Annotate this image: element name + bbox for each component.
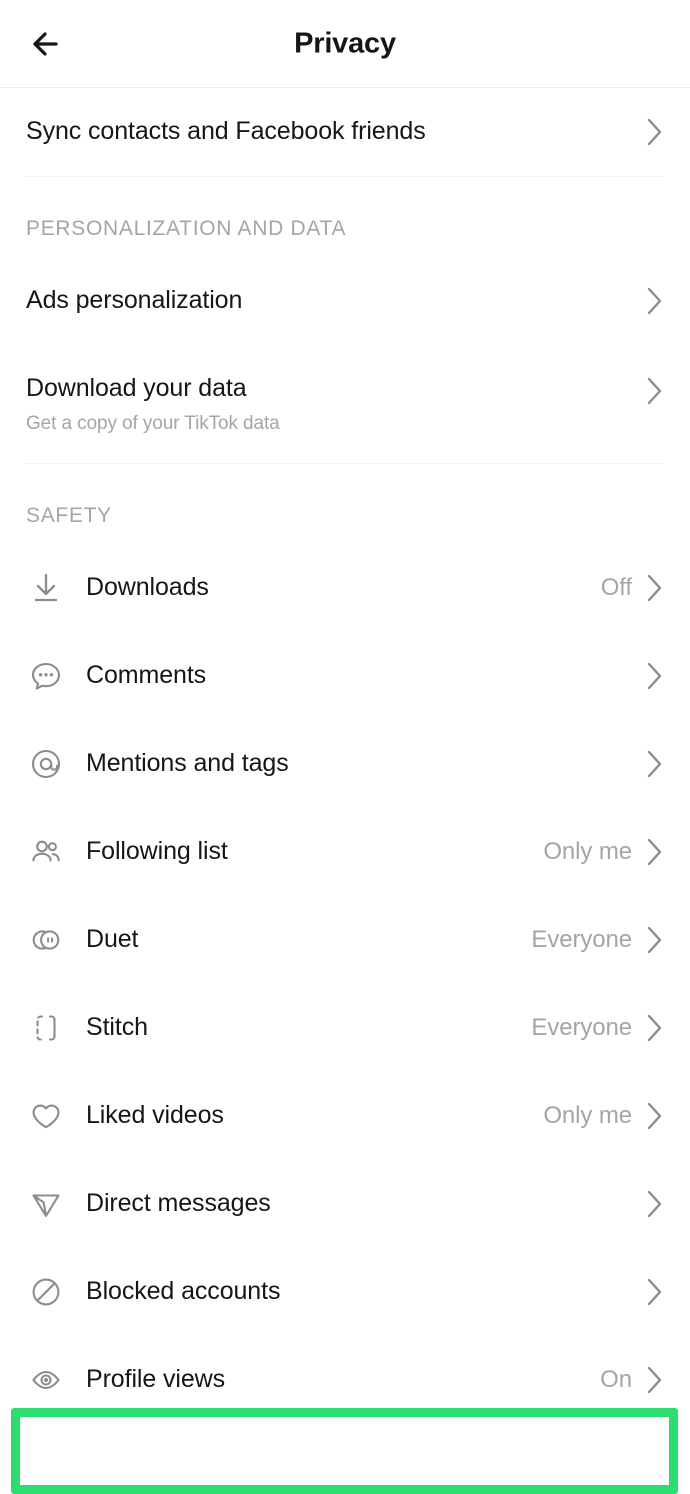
row-label: Download your data: [26, 373, 247, 402]
row-main: Following list: [86, 836, 531, 867]
row-value: Off: [600, 574, 632, 601]
stitch-bracket-icon: [26, 1008, 66, 1048]
duet-circles-icon: [26, 920, 66, 960]
row-downloads[interactable]: Downloads Off: [0, 544, 690, 632]
chevron-right-icon: [646, 1365, 664, 1395]
row-sync-contacts[interactable]: Sync contacts and Facebook friends: [0, 88, 690, 176]
row-label: Stitch: [86, 1013, 148, 1042]
settings-list: Sync contacts and Facebook friends PERSO…: [0, 88, 690, 1494]
row-label: Sync contacts and Facebook friends: [26, 117, 426, 146]
chevron-right-icon: [646, 1013, 664, 1043]
row-main: Profile views: [86, 1364, 588, 1395]
row-main: Direct messages: [86, 1188, 632, 1219]
row-subtitle: Get a copy of your TikTok data: [26, 413, 280, 435]
row-main: Mentions and tags: [86, 748, 632, 779]
row-duet[interactable]: Duet Everyone: [0, 896, 690, 984]
group-safety: SAFETY Downloads Off Comments Mentions a…: [0, 464, 690, 1424]
row-blocked-accounts[interactable]: Blocked accounts: [0, 1248, 690, 1336]
row-main: Liked videos: [86, 1100, 531, 1131]
row-value: On: [600, 1366, 632, 1393]
row-liked-videos[interactable]: Liked videos Only me: [0, 1072, 690, 1160]
chevron-right-icon: [646, 1101, 664, 1131]
chevron-right-icon: [646, 1189, 664, 1219]
row-main: Comments: [86, 660, 632, 691]
chevron-right-icon: [646, 661, 664, 691]
chevron-right-icon: [646, 117, 664, 147]
row-following-list[interactable]: Following list Only me: [0, 808, 690, 896]
row-main: Stitch: [86, 1012, 519, 1043]
chevron-right-icon: [646, 749, 664, 779]
section-header-personalization: PERSONALIZATION AND DATA: [26, 217, 347, 240]
chevron-right-icon: [646, 376, 664, 406]
at-mention-icon: [26, 744, 66, 784]
row-value: Only me: [543, 1102, 632, 1129]
row-comments[interactable]: Comments: [0, 632, 690, 720]
page-title: Privacy: [294, 27, 396, 59]
app-header: Privacy: [0, 0, 690, 88]
chevron-right-icon: [646, 286, 664, 316]
row-ads-personalization[interactable]: Ads personalization: [0, 257, 690, 345]
row-label: Downloads: [86, 573, 209, 602]
row-label: Ads personalization: [26, 286, 243, 315]
chevron-right-icon: [646, 573, 664, 603]
chevron-right-icon: [646, 837, 664, 867]
row-label: Profile views: [86, 1365, 226, 1394]
row-main: Duet: [86, 924, 519, 955]
row-label: Duet: [86, 925, 139, 954]
row-main: Blocked accounts: [86, 1276, 632, 1307]
group-personalization: PERSONALIZATION AND DATA Ads personaliza…: [0, 177, 690, 463]
row-label: Liked videos: [86, 1101, 224, 1130]
row-mentions-and-tags[interactable]: Mentions and tags: [0, 720, 690, 808]
row-label: Blocked accounts: [86, 1277, 281, 1306]
group-top: Sync contacts and Facebook friends: [0, 88, 690, 176]
comment-bubble-icon: [26, 656, 66, 696]
eye-icon: [26, 1360, 66, 1400]
row-main: Sync contacts and Facebook friends: [26, 116, 632, 147]
row-main: Download your data Get a copy of your Ti…: [26, 373, 632, 435]
row-value: Everyone: [531, 926, 632, 953]
row-profile-views[interactable]: Profile views On: [0, 1336, 690, 1424]
row-main: Downloads: [86, 572, 589, 603]
row-label: Following list: [86, 837, 228, 866]
chevron-right-icon: [646, 1277, 664, 1307]
row-value: Everyone: [531, 1014, 632, 1041]
send-plane-icon: [26, 1184, 66, 1224]
row-download-your-data[interactable]: Download your data Get a copy of your Ti…: [0, 345, 690, 463]
row-label: Mentions and tags: [86, 749, 289, 778]
row-value: Only me: [543, 838, 632, 865]
chevron-right-icon: [646, 925, 664, 955]
section-header-safety: SAFETY: [26, 504, 112, 527]
row-direct-messages[interactable]: Direct messages: [0, 1160, 690, 1248]
row-stitch[interactable]: Stitch Everyone: [0, 984, 690, 1072]
heart-icon: [26, 1096, 66, 1136]
block-circle-icon: [26, 1272, 66, 1312]
row-label: Comments: [86, 661, 207, 690]
people-icon: [26, 832, 66, 872]
row-main: Ads personalization: [26, 285, 632, 316]
row-label: Direct messages: [86, 1189, 271, 1218]
download-icon: [26, 568, 66, 608]
